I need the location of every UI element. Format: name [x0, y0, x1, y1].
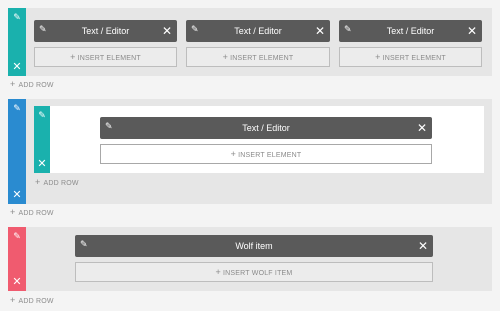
insert-element-button[interactable]: + INSERT ELEMENT [100, 144, 432, 164]
column-header: ✎ Wolf item ✕ [75, 235, 433, 257]
add-row-button[interactable]: + ADD ROW [10, 295, 54, 305]
edit-inner-row-icon[interactable]: ✎ [34, 112, 50, 121]
add-row-label: ADD ROW [18, 210, 54, 217]
close-element-icon[interactable]: ✕ [467, 24, 477, 38]
column-header: ✎ Text / Editor ✕ [339, 20, 482, 42]
plus-icon: + [10, 207, 16, 217]
inner-row-handle[interactable]: ✎ ✕ [34, 106, 50, 173]
insert-wolf-item-label: INSERT WOLF ITEM [223, 270, 293, 277]
insert-element-label: INSERT ELEMENT [77, 55, 141, 62]
plus-icon: + [215, 267, 221, 277]
element-title: Text / Editor [242, 123, 290, 133]
insert-element-label: INSERT ELEMENT [382, 55, 446, 62]
add-row-button[interactable]: + ADD ROW [10, 79, 54, 89]
element-title: Text / Editor [234, 26, 282, 36]
delete-row-icon[interactable]: ✕ [8, 61, 26, 72]
element-title: Text / Editor [386, 26, 435, 36]
element-title: Wolf item [235, 241, 273, 251]
add-row-label: ADD ROW [18, 298, 54, 305]
plus-icon: + [10, 79, 16, 89]
delete-row-icon[interactable]: ✕ [8, 189, 26, 200]
plus-icon: + [35, 177, 41, 187]
element-title: Text / Editor [81, 26, 130, 36]
insert-element-button[interactable]: + INSERT ELEMENT [186, 47, 330, 67]
insert-element-label: INSERT ELEMENT [230, 55, 294, 62]
close-element-icon[interactable]: ✕ [315, 24, 325, 38]
edit-row-icon[interactable]: ✎ [8, 233, 26, 242]
edit-row-icon[interactable]: ✎ [8, 14, 26, 23]
add-row-button[interactable]: + ADD ROW [10, 207, 54, 217]
plus-icon: + [10, 295, 16, 305]
close-element-icon[interactable]: ✕ [417, 121, 427, 135]
insert-element-label: INSERT ELEMENT [238, 152, 302, 159]
insert-element-button[interactable]: + INSERT ELEMENT [34, 47, 177, 67]
insert-wolf-item-button[interactable]: + INSERT WOLF ITEM [75, 262, 433, 282]
row-3-handle[interactable]: ✎ ✕ [8, 227, 26, 291]
add-inner-row-button[interactable]: + ADD ROW [35, 177, 79, 187]
column-header: ✎ Text / Editor ✕ [100, 117, 432, 139]
plus-icon: + [70, 52, 76, 62]
column-header: ✎ Text / Editor ✕ [186, 20, 330, 42]
close-element-icon[interactable]: ✕ [162, 24, 172, 38]
add-row-label: ADD ROW [18, 82, 54, 89]
column-header: ✎ Text / Editor ✕ [34, 20, 177, 42]
add-row-label: ADD ROW [43, 180, 79, 187]
row-1-handle[interactable]: ✎ ✕ [8, 8, 26, 76]
plus-icon: + [375, 52, 381, 62]
edit-row-icon[interactable]: ✎ [8, 105, 26, 114]
delete-inner-row-icon[interactable]: ✕ [34, 158, 50, 169]
plus-icon: + [222, 52, 229, 62]
insert-element-button[interactable]: + INSERT ELEMENT [339, 47, 482, 67]
delete-row-icon[interactable]: ✕ [8, 276, 26, 287]
close-element-icon[interactable]: ✕ [418, 239, 428, 253]
plus-icon: + [230, 149, 237, 159]
row-2-handle[interactable]: ✎ ✕ [8, 99, 26, 204]
